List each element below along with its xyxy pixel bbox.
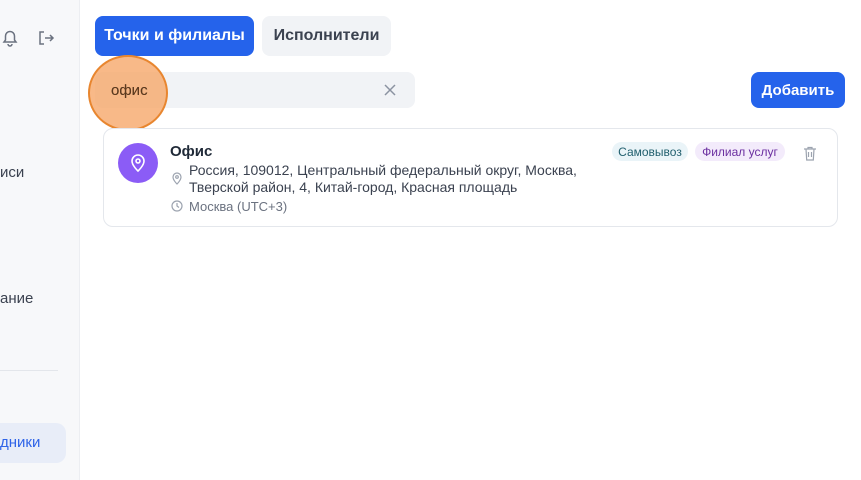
location-timezone: Москва (UTC+3) — [189, 199, 288, 214]
add-button[interactable]: Добавить — [751, 72, 845, 108]
sidebar-item-active-label[interactable]: дники — [0, 434, 40, 451]
tab-points-and-branches[interactable]: Точки и филиалы — [95, 16, 254, 56]
sidebar-divider — [0, 370, 58, 371]
trash-icon[interactable] — [803, 146, 817, 162]
map-pin-icon — [172, 172, 182, 185]
logout-icon[interactable] — [36, 28, 56, 48]
badge-service-branch: Филиал услуг — [695, 142, 785, 161]
location-address: Россия, 109012, Центральный федеральный … — [189, 162, 577, 195]
location-name: Офис — [170, 143, 213, 160]
badge-pickup: Самовывоз — [612, 142, 688, 161]
sidebar: иси ание дники — [0, 0, 80, 480]
location-avatar — [118, 143, 158, 183]
clock-icon — [171, 200, 183, 212]
clear-icon[interactable] — [383, 83, 397, 97]
tab-performers[interactable]: Исполнители — [262, 16, 391, 56]
sidebar-item-label[interactable]: ание — [0, 290, 33, 307]
sidebar-item-label[interactable]: иси — [0, 164, 24, 181]
location-card[interactable]: Офис Россия, 109012, Центральный федерал… — [103, 128, 838, 227]
map-pin-icon — [131, 154, 145, 173]
bell-icon[interactable] — [0, 28, 20, 48]
search-input-value-overlay: офис — [111, 82, 148, 99]
